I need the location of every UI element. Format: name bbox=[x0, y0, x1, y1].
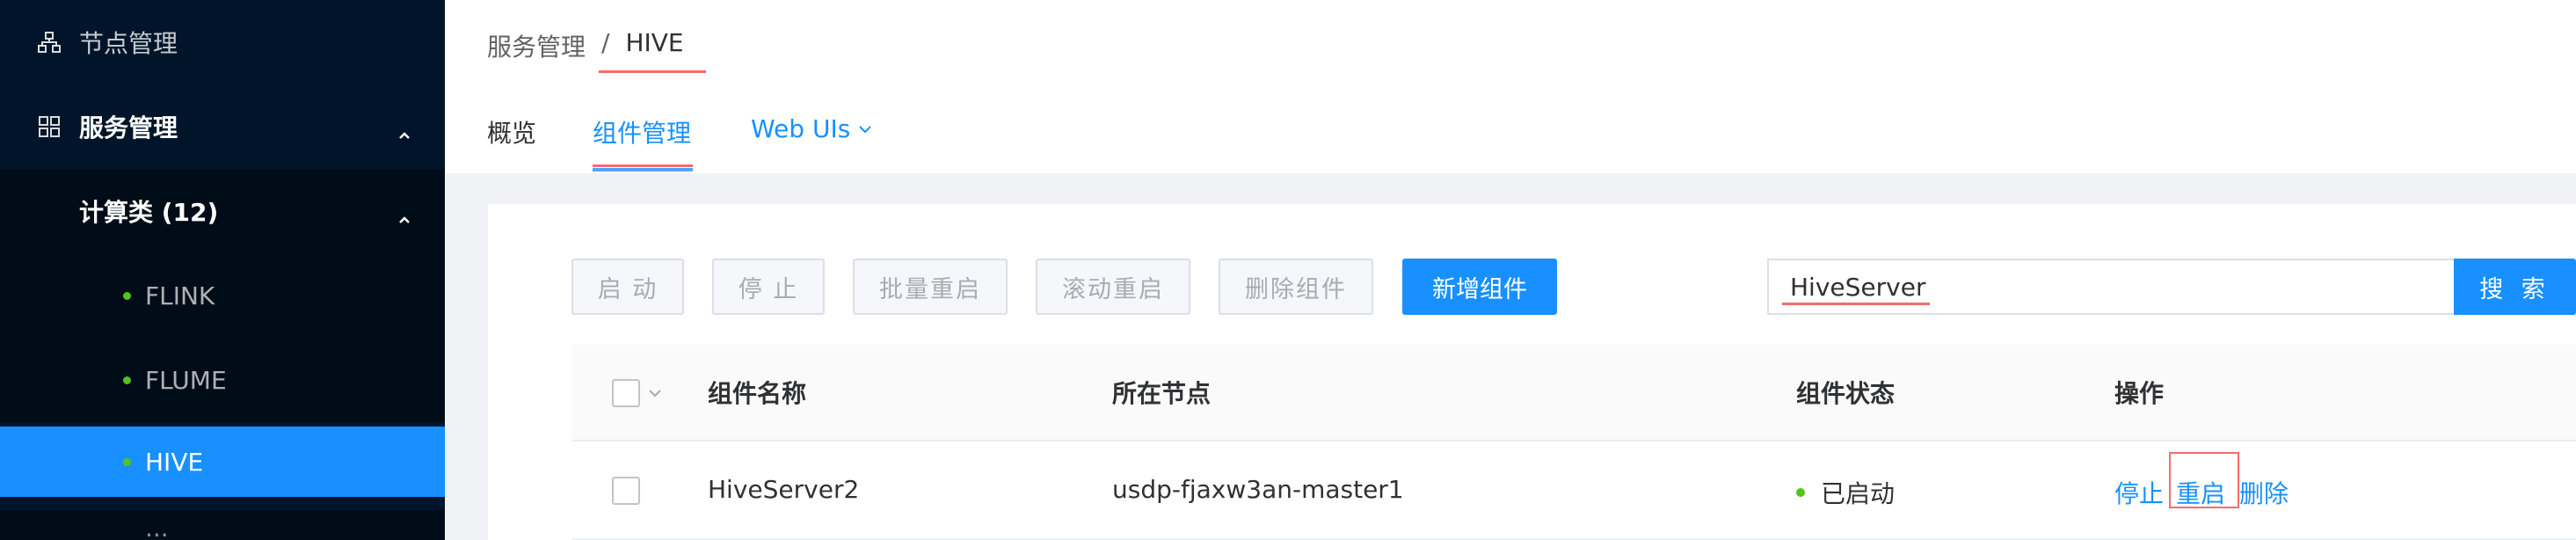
sidebar-item-flink[interactable]: FLINK bbox=[0, 253, 445, 338]
chevron-down-icon[interactable] bbox=[647, 385, 663, 401]
page-header: 服务管理 / HIVE 概览 组件管理 Web UIs bbox=[445, 0, 2576, 173]
breadcrumb: 服务管理 / HIVE bbox=[487, 28, 684, 63]
start-button[interactable]: 启 动 bbox=[571, 259, 684, 315]
row-stop-link[interactable]: 停止 bbox=[2114, 475, 2164, 510]
tab-web-uis-label: Web UIs bbox=[751, 114, 851, 143]
table-header: 组件名称 所在节点 组件状态 操作 bbox=[571, 345, 2576, 441]
sidebar-item-service-management[interactable]: 服务管理 bbox=[0, 84, 445, 169]
sidebar-item-label: 节点管理 bbox=[79, 29, 178, 58]
status-dot bbox=[123, 457, 131, 466]
chevron-up-icon bbox=[397, 120, 411, 139]
column-header-state: 组件状态 bbox=[1796, 379, 1896, 408]
row-checkbox[interactable] bbox=[612, 477, 640, 505]
status-dot bbox=[123, 376, 131, 384]
annotation-underline bbox=[593, 164, 693, 167]
sidebar-item-flume[interactable]: FLUME bbox=[0, 338, 445, 422]
sidebar: 节点管理 服务管理 计算类 (12) FLINK FLUME HIVE ... bbox=[0, 0, 445, 540]
sidebar-item-label: FLUME bbox=[145, 365, 227, 395]
sidebar-item-compute[interactable]: 计算类 (12) bbox=[0, 169, 445, 253]
sidebar-item-hive[interactable]: HIVE bbox=[0, 427, 445, 497]
annotation-underline bbox=[1782, 303, 1930, 305]
search-button[interactable]: 搜 索 bbox=[2454, 259, 2576, 315]
grid-icon bbox=[37, 114, 62, 139]
chevron-down-icon bbox=[859, 125, 872, 133]
batch-restart-button[interactable]: 批量重启 bbox=[853, 259, 1008, 315]
column-header-ops: 操作 bbox=[2114, 379, 2165, 408]
tab-component-management[interactable]: 组件管理 bbox=[593, 114, 691, 150]
sidebar-item-label: ... bbox=[145, 513, 169, 540]
stop-button[interactable]: 停 止 bbox=[712, 259, 825, 315]
breadcrumb-separator: / bbox=[601, 28, 610, 57]
cell-state: 已启动 bbox=[1796, 475, 1895, 510]
cluster-icon bbox=[37, 30, 62, 55]
table-row: HiveServer2 usdp-fjaxw3an-master1 已启动 停止… bbox=[571, 441, 2576, 540]
row-delete-link[interactable]: 删除 bbox=[2239, 475, 2289, 510]
sidebar-item-node-management[interactable]: 节点管理 bbox=[0, 0, 445, 84]
status-dot bbox=[1796, 488, 1805, 497]
search-input[interactable]: HiveServer bbox=[1767, 259, 2458, 315]
chevron-up-icon bbox=[397, 204, 411, 223]
breadcrumb-item-service[interactable]: 服务管理 bbox=[487, 28, 586, 63]
status-dot bbox=[123, 291, 131, 300]
add-component-button[interactable]: 新增组件 bbox=[1402, 259, 1557, 315]
tab-overview[interactable]: 概览 bbox=[487, 114, 536, 150]
cell-node: usdp-fjaxw3an-master1 bbox=[1112, 475, 1404, 504]
active-tab-indicator bbox=[593, 168, 693, 171]
rolling-restart-button[interactable]: 滚动重启 bbox=[1036, 259, 1190, 315]
delete-component-button[interactable]: 删除组件 bbox=[1219, 259, 1373, 315]
column-header-node: 所在节点 bbox=[1112, 379, 1212, 408]
breadcrumb-item-hive: HIVE bbox=[625, 28, 684, 57]
component-panel: 启 动 停 止 批量重启 滚动重启 删除组件 新增组件 HiveServer 搜… bbox=[488, 204, 2576, 540]
search-input-value: HiveServer bbox=[1790, 272, 1926, 302]
column-header-name: 组件名称 bbox=[708, 379, 807, 408]
annotation-underline bbox=[599, 70, 706, 73]
sidebar-item-label: FLINK bbox=[145, 281, 215, 310]
tab-web-uis[interactable]: Web UIs bbox=[751, 114, 873, 143]
select-all-checkbox[interactable] bbox=[612, 379, 640, 407]
sidebar-item-label: HIVE bbox=[145, 447, 204, 477]
sidebar-item-label: 服务管理 bbox=[79, 113, 178, 142]
sidebar-item-label: 计算类 (12) bbox=[79, 198, 219, 227]
cell-component-name: HiveServer2 bbox=[708, 475, 860, 504]
sidebar-item-next[interactable]: ... bbox=[0, 510, 445, 540]
status-text: 已启动 bbox=[1821, 479, 1896, 508]
row-restart-link[interactable]: 重启 bbox=[2176, 475, 2225, 510]
